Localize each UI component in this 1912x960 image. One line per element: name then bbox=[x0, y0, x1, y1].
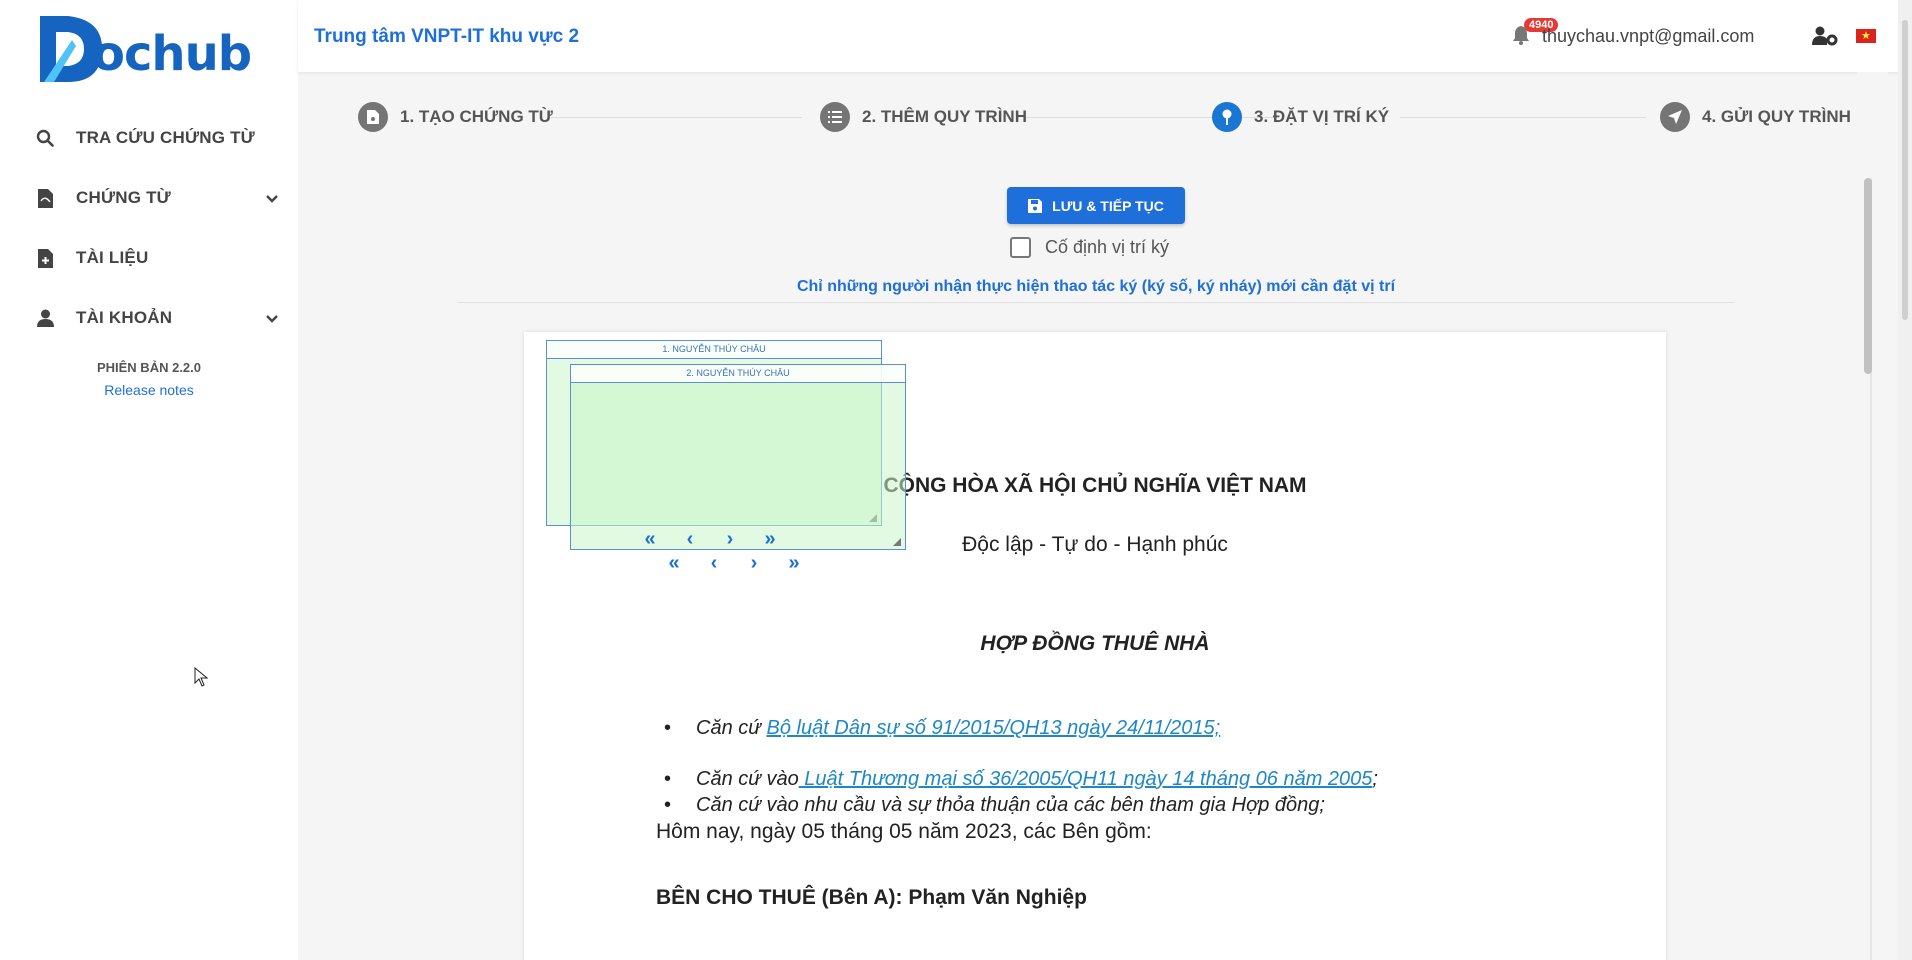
first-page-icon[interactable]: « bbox=[654, 552, 694, 575]
next-page-icon[interactable]: › bbox=[710, 528, 750, 551]
list-item: Căn cứ Bộ luật Dân sự số 91/2015/QH13 ng… bbox=[664, 715, 1596, 741]
first-page-icon[interactable]: « bbox=[630, 528, 670, 551]
last-page-icon[interactable]: » bbox=[750, 528, 790, 551]
fix-position-checkbox[interactable] bbox=[1010, 237, 1031, 258]
file-pdf-icon bbox=[36, 188, 54, 208]
signature-1-nav: « ‹ › » bbox=[630, 528, 790, 551]
logo-text: ochub bbox=[92, 26, 252, 82]
sidebar-item-label: TRA CỨU CHỨNG TỪ bbox=[76, 128, 255, 147]
logo[interactable]: ochub bbox=[38, 16, 252, 86]
sidebar-item-tra-cuu[interactable]: TRA CỨU CHỨNG TỪ bbox=[0, 108, 298, 168]
mouse-cursor-icon bbox=[194, 667, 208, 687]
org-name: Trung tâm VNPT-IT khu vực 2 bbox=[314, 26, 580, 47]
save-continue-label: LƯU & TIẾP TỤC bbox=[1052, 197, 1164, 214]
user-settings-icon[interactable] bbox=[1812, 26, 1838, 51]
app-root: ochub TRA CỨU CHỨNG TỪ CHỨNG TỪ TÀI LIỆU… bbox=[0, 0, 1912, 960]
list-item: Căn cứ vào nhu cầu và sự thỏa thuận của … bbox=[664, 792, 1596, 818]
list-icon bbox=[820, 102, 850, 132]
step-3[interactable]: 3. ĐẶT VỊ TRÍ KÝ bbox=[1212, 102, 1389, 132]
chevron-down-icon[interactable] bbox=[266, 310, 278, 328]
prev-page-icon[interactable]: ‹ bbox=[670, 528, 710, 551]
law-link[interactable]: Bộ luật Dân sự số 91/2015/QH13 ngày 24/1… bbox=[766, 717, 1220, 739]
search-icon bbox=[36, 128, 54, 148]
header-right: 4940 thuychau.vnpt@gmail.com ★ bbox=[1512, 0, 1912, 72]
scrollbar-thumb[interactable] bbox=[1864, 178, 1872, 374]
resize-handle-icon[interactable] bbox=[893, 538, 901, 546]
send-icon bbox=[1660, 102, 1690, 132]
pin-icon bbox=[1212, 102, 1242, 132]
window-scrollbar-thumb[interactable] bbox=[1902, 20, 1908, 320]
sidebar-item-label: CHỨNG TỪ bbox=[76, 188, 171, 207]
save-continue-button[interactable]: LƯU & TIẾP TỤC bbox=[1007, 187, 1185, 224]
document-bullets: Căn cứ Bộ luật Dân sự số 91/2015/QH13 ng… bbox=[664, 715, 1596, 818]
release-notes-link[interactable]: Release notes bbox=[104, 382, 194, 398]
content-scrollbar[interactable] bbox=[1858, 72, 1888, 960]
top-header: Trung tâm VNPT-IT khu vực 2 4940 thuycha… bbox=[298, 0, 1912, 72]
sidebar: ochub TRA CỨU CHỨNG TỪ CHỨNG TỪ TÀI LIỆU… bbox=[0, 0, 298, 960]
signature-2-nav: « ‹ › » bbox=[654, 552, 814, 575]
step-connector bbox=[550, 117, 802, 118]
stepper: 1. TẠO CHỨNG TỪ 2. THÊM QUY TRÌNH 3. ĐẶT… bbox=[298, 96, 1884, 140]
signature-box-2[interactable]: 2. NGUYỄN THÚY CHÂU bbox=[570, 364, 906, 550]
step-2[interactable]: 2. THÊM QUY TRÌNH bbox=[820, 102, 1027, 132]
main-content: LƯU & TIẾP TỤC Cố định vị trí ký Chỉ nhữ… bbox=[298, 160, 1858, 960]
sidebar-item-label: TÀI KHOẢN bbox=[76, 308, 173, 327]
step-1[interactable]: 1. TẠO CHỨNG TỪ bbox=[358, 102, 553, 132]
signing-note: Chỉ những người nhận thực hiện thao tác … bbox=[796, 278, 1396, 295]
sidebar-item-tai-khoan[interactable]: TÀI KHOẢN bbox=[0, 288, 298, 348]
law-link[interactable]: Luật Thương mại số 36/2005/QH11 ngày 14 … bbox=[799, 768, 1372, 790]
document-paragraph: Hôm nay, ngày 05 tháng 05 năm 2023, các … bbox=[656, 820, 1152, 843]
sidebar-item-tai-lieu[interactable]: TÀI LIỆU bbox=[0, 228, 298, 288]
step-label: 2. THÊM QUY TRÌNH bbox=[862, 107, 1027, 126]
document-heading: HỢP ĐỒNG THUÊ NHÀ bbox=[980, 632, 1210, 655]
document-party: BÊN CHO THUÊ (Bên A): Phạm Văn Nghiệp bbox=[656, 886, 1087, 909]
prev-page-icon[interactable]: ‹ bbox=[694, 552, 734, 575]
fix-position-label[interactable]: Cố định vị trí ký bbox=[1045, 237, 1169, 258]
divider bbox=[458, 302, 1734, 303]
signature-label: 1. NGUYỄN THÚY CHÂU bbox=[547, 341, 881, 359]
last-page-icon[interactable]: » bbox=[774, 552, 814, 575]
fix-position-row: Cố định vị trí ký bbox=[1010, 237, 1169, 258]
step-connector bbox=[1400, 117, 1646, 118]
step-label: 1. TẠO CHỨNG TỪ bbox=[400, 107, 553, 126]
step-4[interactable]: 4. GỬI QUY TRÌNH bbox=[1660, 102, 1851, 132]
user-email[interactable]: thuychau.vnpt@gmail.com bbox=[1542, 26, 1754, 47]
language-flag-icon[interactable]: ★ bbox=[1856, 29, 1876, 43]
version-info: PHIÊN BẢN 2.2.0 Release notes bbox=[0, 360, 298, 400]
version-label: PHIÊN BẢN 2.2.0 bbox=[96, 360, 202, 375]
document-page: CỘNG HÒA XÃ HỘI CHỦ NGHĨA VIỆT NAM Độc l… bbox=[524, 332, 1666, 960]
step-label: 3. ĐẶT VỊ TRÍ KÝ bbox=[1254, 107, 1390, 126]
save-icon bbox=[1028, 198, 1043, 213]
next-page-icon[interactable]: › bbox=[734, 552, 774, 575]
signature-label: 2. NGUYỄN THÚY CHÂU bbox=[571, 365, 905, 383]
sidebar-item-chung-tu[interactable]: CHỨNG TỪ bbox=[0, 168, 298, 228]
list-item: Căn cứ vào Luật Thương mại số 36/2005/QH… bbox=[664, 766, 1596, 792]
sidebar-nav: TRA CỨU CHỨNG TỪ CHỨNG TỪ TÀI LIỆU TÀI K… bbox=[0, 108, 298, 348]
user-icon bbox=[36, 308, 54, 328]
sidebar-item-label: TÀI LIỆU bbox=[76, 248, 149, 267]
file-icon bbox=[358, 102, 388, 132]
file-plus-icon bbox=[36, 248, 54, 268]
chevron-down-icon[interactable] bbox=[266, 190, 278, 208]
step-label: 4. GỬI QUY TRÌNH bbox=[1702, 107, 1851, 126]
